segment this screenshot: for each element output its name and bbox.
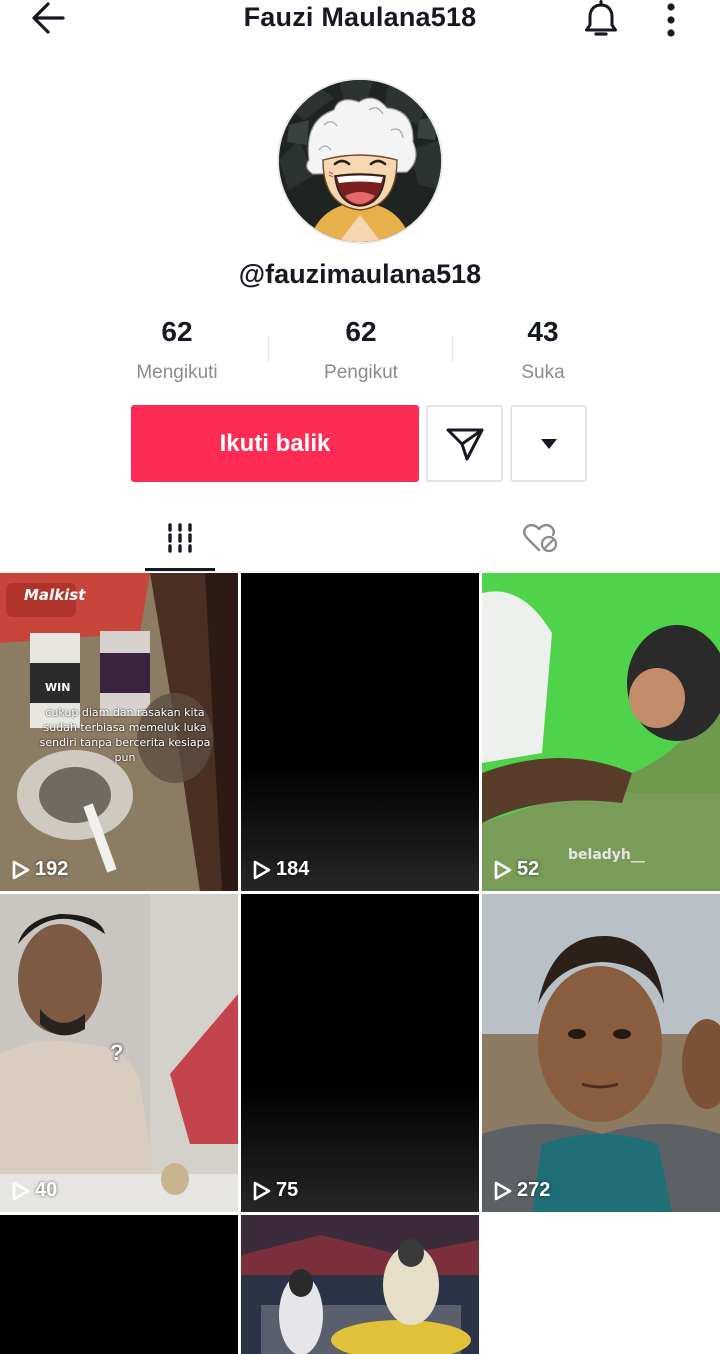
heart-lock-icon: [523, 523, 558, 553]
video-image: [241, 1215, 479, 1354]
view-count: 272: [494, 1179, 550, 1202]
view-count: 40: [12, 1179, 57, 1202]
stat-following[interactable]: 62 Mengikuti: [87, 316, 267, 384]
video-image: [482, 894, 720, 1212]
video-thumbnail[interactable]: [0, 1215, 238, 1354]
stat-divider: [268, 336, 269, 362]
video-image: [241, 894, 479, 1212]
top-bar: Fauzi Maulana518: [0, 0, 720, 40]
caret-down-icon: [540, 438, 557, 449]
followers-label: Pengikut: [324, 362, 398, 383]
view-count: 192: [12, 858, 68, 881]
video-image: [482, 573, 720, 891]
following-label: Mengikuti: [136, 362, 218, 383]
play-icon: [253, 860, 271, 879]
video-caption: cukup diam dan rasakan kita sudah terbia…: [39, 706, 211, 764]
view-count: 52: [494, 858, 539, 881]
play-icon: [494, 1181, 512, 1200]
bell-icon: [585, 0, 617, 36]
tab-liked[interactable]: [505, 505, 575, 571]
view-count-value: 192: [35, 858, 69, 880]
video-thumbnail[interactable]: ? 40: [0, 894, 238, 1212]
brand-label: Malkist: [24, 586, 86, 604]
video-overlay-text: ?: [110, 1040, 124, 1065]
username: @fauzimaulana518: [238, 259, 482, 289]
view-count-value: 52: [517, 858, 540, 880]
play-icon: [494, 860, 512, 879]
more-vertical-icon: [667, 3, 675, 37]
notification-button[interactable]: [578, 0, 624, 40]
stat-followers[interactable]: 62 Pengikut: [271, 316, 451, 384]
video-watermark: beladyh__: [568, 847, 645, 863]
play-icon: [12, 1181, 30, 1200]
follow-back-button[interactable]: Ikuti balik: [131, 405, 419, 482]
stat-likes[interactable]: 43 Suka: [453, 316, 633, 384]
view-count-value: 75: [276, 1179, 299, 1201]
video-image: [0, 1215, 238, 1354]
video-thumbnail[interactable]: beladyh__ 52: [482, 573, 720, 891]
view-count-value: 184: [276, 858, 310, 880]
video-thumbnail[interactable]: 75: [241, 894, 479, 1212]
view-count-value: 272: [517, 1179, 551, 1201]
video-thumbnail[interactable]: [241, 1215, 479, 1354]
video-image: [241, 573, 479, 891]
video-thumbnail[interactable]: 184: [241, 573, 479, 891]
following-count: 62: [161, 316, 193, 347]
view-count: 184: [253, 858, 309, 881]
view-count-value: 40: [35, 1179, 58, 1201]
play-icon: [12, 860, 30, 879]
pack-label: WIN: [45, 681, 71, 694]
video-thumbnail[interactable]: 272: [482, 894, 720, 1212]
play-icon: [253, 1181, 271, 1200]
tab-videos[interactable]: [145, 505, 215, 571]
profile-avatar[interactable]: [277, 78, 443, 244]
likes-label: Suka: [521, 362, 565, 383]
message-button[interactable]: [426, 405, 503, 482]
likes-count: 43: [527, 316, 559, 347]
view-count: 75: [253, 1179, 298, 1202]
anime-avatar: [279, 80, 441, 242]
tabs-divider: [0, 571, 720, 572]
more-options-button[interactable]: [652, 0, 690, 40]
followers-count: 62: [345, 316, 377, 347]
grid-icon: [168, 523, 192, 553]
more-actions-dropdown[interactable]: [510, 405, 587, 482]
video-thumbnail[interactable]: Malkist WIN cukup diam dan rasakan kita …: [0, 573, 238, 891]
send-icon: [446, 428, 483, 460]
